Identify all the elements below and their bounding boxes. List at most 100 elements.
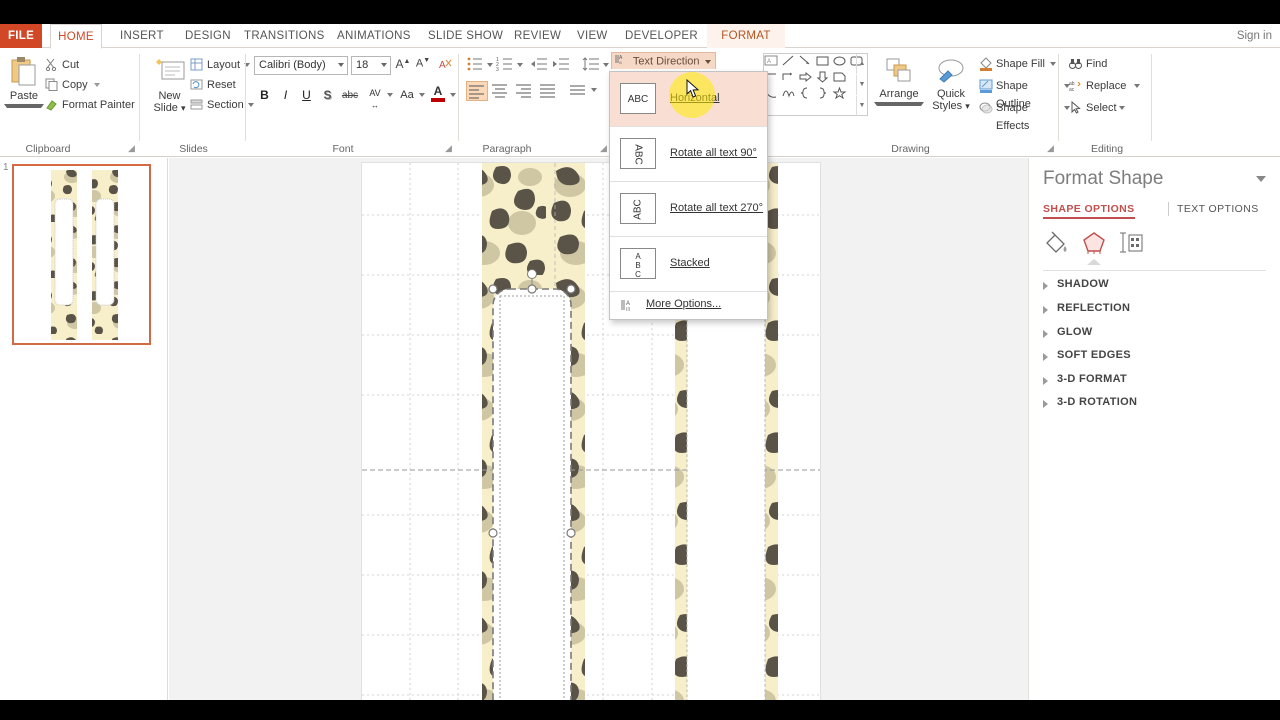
menu-item-stacked[interactable]: ABC Stacked [610,237,767,291]
text-shadow-button[interactable]: S [318,86,337,105]
section-3d-format[interactable]: 3-D FORMAT [1043,373,1127,390]
cut-button[interactable]: Cut [44,56,79,74]
shape-down-arrow[interactable] [815,70,832,85]
chevron-down-icon[interactable] [338,63,344,67]
shape-right-arrow[interactable] [798,70,815,85]
shape-right-brace[interactable] [815,86,832,101]
quick-styles-button[interactable]: Quick Styles ▾ [926,54,976,124]
paste-dropdown-arrow[interactable] [4,104,44,108]
decrease-indent-button[interactable] [530,56,550,74]
section-reflection[interactable]: REFLECTION [1043,302,1130,319]
increase-indent-button[interactable] [552,56,572,74]
change-case-arrow[interactable] [419,93,425,97]
menu-item-more-options[interactable]: A III More Options... [610,292,767,319]
shape-gallery-scroll-down[interactable]: ▼ [856,75,867,95]
handle-middle-right[interactable] [566,528,576,538]
new-slide-button[interactable]: New Slide ▾ [147,54,192,124]
font-color-arrow[interactable] [450,93,456,97]
tab-insert[interactable]: INSERT [110,24,174,48]
size-layout-icon[interactable] [1119,230,1147,258]
shape-left-brace[interactable] [798,86,815,101]
numbering-arrow[interactable] [517,63,523,67]
find-button[interactable]: Find [1068,55,1107,73]
menu-item-rotate-270[interactable]: ABC Rotate all text 270° [610,182,767,236]
shape-fill-arrow[interactable] [1049,62,1056,66]
justify-button[interactable] [538,81,560,101]
line-spacing-arrow[interactable] [603,63,609,67]
paste-button[interactable]: Paste [4,54,44,122]
italic-button[interactable]: I [276,86,295,105]
font-color-button[interactable]: A [428,84,448,106]
shape-arrow[interactable] [798,54,815,69]
underline-button[interactable]: U [297,86,316,105]
shape-gallery-scroll-up[interactable]: ▲ [856,54,867,74]
handle-top-left[interactable] [488,284,498,294]
copy-dropdown-arrow[interactable] [93,83,100,87]
text-direction-button[interactable]: A III Text Direction [611,52,716,69]
clear-formatting-button[interactable]: A [436,57,454,74]
text-direction-menu[interactable]: ABC Horizontal ABC Rotate all text 90° A… [609,71,768,320]
tab-file[interactable]: FILE [0,24,42,48]
shape-gallery-more[interactable]: ▼ [856,96,867,116]
rotate-handle[interactable] [527,269,537,279]
tab-format[interactable]: FORMAT [707,24,785,48]
align-left-button[interactable] [466,81,488,101]
select-button[interactable]: Select [1068,99,1125,117]
section-shadow[interactable]: SHADOW [1043,278,1109,295]
section-3d-rotation[interactable]: 3-D ROTATION [1043,396,1137,413]
character-spacing-button[interactable]: AV ↔ [363,86,387,110]
tab-slide-show[interactable]: SLIDE SHOW [418,24,513,48]
tab-developer[interactable]: DEVELOPER [615,24,708,48]
shape-curve[interactable] [781,86,798,101]
shape-effects-button[interactable]: Shape Effects [978,99,1070,132]
format-painter-button[interactable]: Format Painter [44,96,135,114]
sign-in-button[interactable]: Sign in [1237,24,1272,48]
shape-elbow-arrow[interactable] [781,70,798,85]
tab-shape-options[interactable]: SHAPE OPTIONS [1043,203,1135,219]
handle-middle-left[interactable] [488,528,498,538]
bold-button[interactable]: B [255,86,274,105]
columns-button[interactable] [568,81,590,101]
shape-oval[interactable] [832,54,849,69]
slide-thumbnail-1[interactable] [12,164,151,345]
shape-fill-button[interactable]: Shape Fill [978,55,1056,73]
section-soft-edges[interactable]: SOFT EDGES [1043,349,1131,366]
replace-arrow[interactable] [1134,84,1141,88]
tab-transitions[interactable]: TRANSITIONS [234,24,335,48]
shape-gallery[interactable]: A ▲ ▼ ▼ [763,53,868,116]
shape-flowchart[interactable] [832,70,849,85]
shape-textbox[interactable]: A [764,54,781,69]
handle-top-center[interactable] [527,284,537,294]
numbering-button[interactable]: 123 [496,56,516,74]
menu-item-horizontal[interactable]: ABC Horizontal [610,72,767,126]
bullets-arrow[interactable] [487,63,493,67]
line-spacing-button[interactable] [582,56,602,74]
font-size-input[interactable]: 18 [351,56,391,75]
text-direction-arrow[interactable] [704,59,711,64]
replace-button[interactable]: ab ac Replace [1068,77,1141,95]
tab-design[interactable]: DESIGN [175,24,241,48]
copy-button[interactable]: Copy [44,76,100,94]
arrange-dropdown-arrow[interactable] [874,102,924,106]
font-name-input[interactable]: Calibri (Body) [254,56,348,75]
shape-star[interactable] [832,86,849,101]
tab-home[interactable]: HOME [50,24,102,49]
paragraph-dialog-launcher[interactable]: ◢ [600,143,607,154]
decrease-font-size-button[interactable]: A▼ [414,57,432,74]
menu-item-rotate-90[interactable]: ABC Rotate all text 90° [610,127,767,181]
section-button[interactable]: Section [189,96,254,114]
format-shape-pane[interactable]: Format Shape SHAPE OPTIONS TEXT OPTIONS [1028,158,1280,700]
shape-rectangle[interactable] [815,54,832,69]
drawing-dialog-launcher[interactable]: ◢ [1047,143,1054,154]
arrange-button[interactable]: Arrange [874,54,924,124]
fill-bucket-icon[interactable] [1043,230,1071,258]
pentagon-effects-icon[interactable] [1081,230,1109,258]
columns-arrow[interactable] [591,88,597,92]
change-case-button[interactable]: Aa [396,87,418,104]
shape-outline-button[interactable]: Shape Outline [978,77,1070,110]
slide-thumbnail-pane[interactable]: 1 [0,158,168,700]
reset-button[interactable]: Reset [189,76,236,94]
shape-line[interactable] [781,54,798,69]
handle-top-right[interactable] [566,284,576,294]
chevron-down-icon[interactable] [381,63,387,67]
